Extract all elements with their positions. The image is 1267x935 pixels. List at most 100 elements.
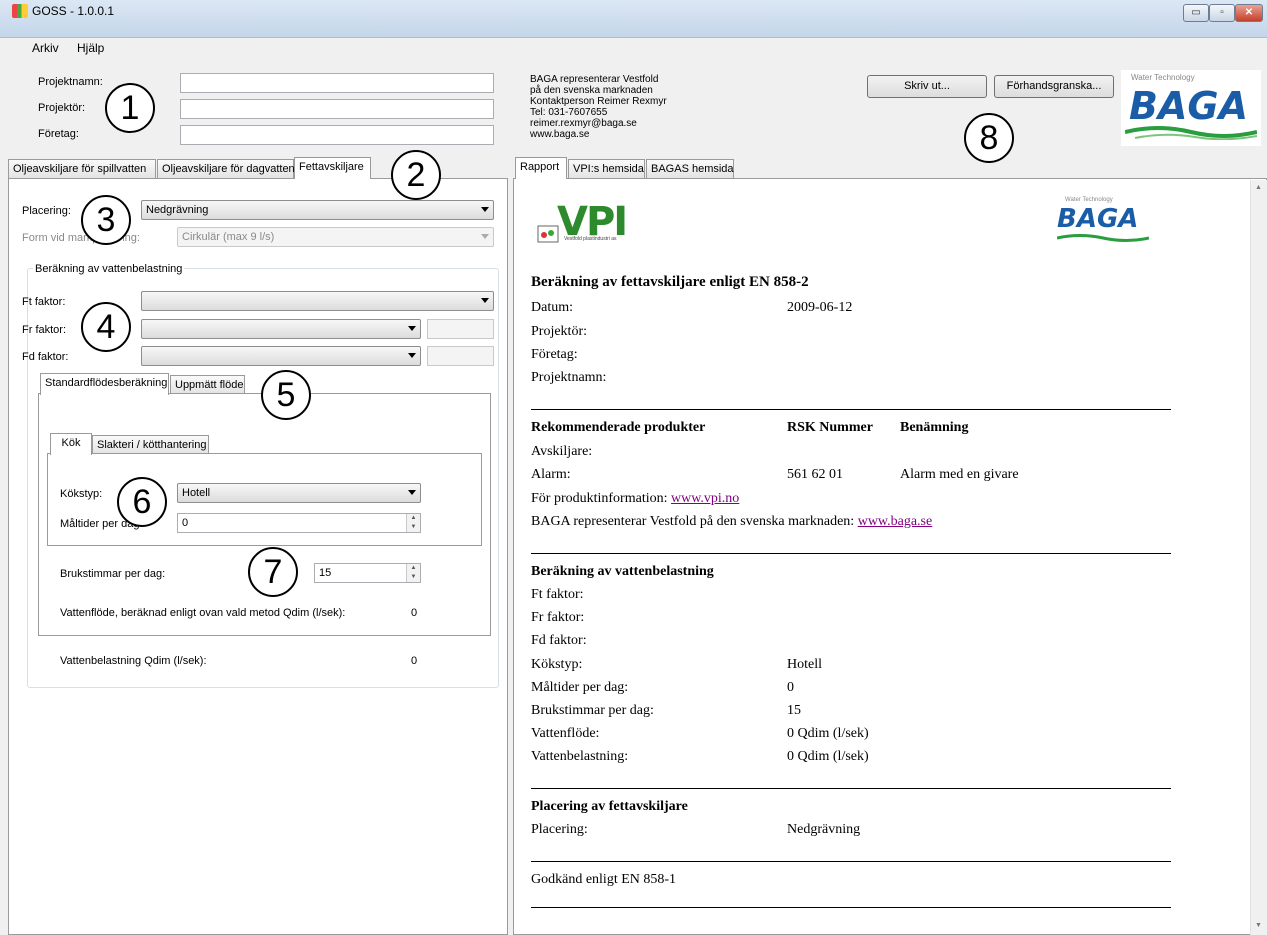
chevron-down-icon	[481, 207, 489, 212]
title-bar	[0, 0, 1267, 38]
kitchen-type-value: Hotell	[182, 487, 211, 499]
app-icon	[12, 4, 28, 18]
contact-line: BAGA representerar Vestfold	[530, 74, 659, 85]
marker-2: 2	[391, 150, 441, 200]
placement-value: Nedgrävning	[146, 204, 209, 216]
tab-bagas-homepage[interactable]: BAGAS hemsida	[646, 159, 734, 179]
baga-text: BAGA representerar Vestfold på den svens…	[531, 514, 855, 529]
wave-icon	[1125, 126, 1257, 140]
minimize-button[interactable]: ▭	[1183, 4, 1209, 22]
tab-fettavskiljare[interactable]: Fettavskiljare	[294, 157, 371, 179]
tab-rapport[interactable]: Rapport	[515, 157, 567, 179]
report-title: Beräkning av fettavskiljare enligt EN 85…	[531, 274, 809, 290]
baga-report-logo: Water Technology BAGA	[1055, 197, 1155, 247]
tab-dagvatten[interactable]: Oljeavskiljare för dagvatten	[157, 159, 295, 179]
preview-button[interactable]: Förhandsgranska...	[994, 75, 1114, 98]
fd-label: Fd faktor:	[22, 351, 69, 363]
vpi-drops-icon	[537, 225, 559, 243]
tab-kok[interactable]: Kök	[50, 433, 92, 455]
fd-select[interactable]	[141, 346, 421, 366]
chevron-down-icon	[408, 326, 416, 331]
kitchen-type-label: Kökstyp:	[60, 488, 103, 500]
designer-label: Projektör:	[38, 102, 86, 114]
print-button[interactable]: Skriv ut...	[867, 75, 987, 98]
report-designer-label: Projektör:	[531, 324, 587, 339]
baga-line: BAGA representerar Vestfold på den svens…	[531, 514, 932, 530]
chevron-down-icon	[481, 298, 489, 303]
spin-arrows-icon[interactable]: ▲ ▼	[406, 514, 420, 532]
marker-8: 8	[964, 113, 1014, 163]
meals-value: 0	[182, 517, 189, 529]
report-meals-label: Måltider per dag:	[531, 680, 629, 695]
tab-spillvatten[interactable]: Oljeavskiljare för spillvatten	[8, 159, 156, 179]
logo-name: BAGA	[1057, 204, 1139, 234]
baga-link[interactable]: www.baga.se	[858, 514, 933, 529]
window-title: GOSS - 1.0.0.1	[32, 4, 115, 18]
close-button[interactable]: ✕	[1235, 4, 1263, 22]
menu-arkiv[interactable]: Arkiv	[32, 41, 59, 55]
hours-stepper[interactable]: 15 ▲ ▼	[314, 563, 421, 583]
vpi-logo: VPI Vestfold plastindustri as	[537, 199, 647, 245]
report-load-value: 0 Qdim (l/sek)	[787, 749, 869, 764]
divider	[531, 553, 1171, 554]
name-header: Benämning	[900, 420, 969, 435]
marker-7: 7	[248, 547, 298, 597]
report-kitchen-value: Hotell	[787, 657, 822, 672]
report-date-value: 2009-06-12	[787, 300, 853, 315]
project-name-field[interactable]	[180, 73, 494, 93]
shape-select[interactable]: Cirkulär (max 9 l/s)	[177, 227, 494, 247]
report-panel	[513, 178, 1267, 935]
vpi-logo-sub: Vestfold plastindustri as	[564, 236, 617, 242]
approved-text: Godkänd enligt EN 858-1	[531, 872, 677, 887]
info-text: För produktinformation:	[531, 491, 668, 506]
chevron-down-icon	[408, 353, 416, 358]
vpi-link[interactable]: www.vpi.no	[671, 491, 739, 506]
placement-label: Placering:	[22, 205, 71, 217]
project-name-label: Projektnamn:	[38, 76, 103, 88]
tab-vpi-homepage[interactable]: VPI:s hemsida	[568, 159, 645, 179]
report-project-label: Projektnamn:	[531, 370, 607, 385]
spin-arrows-icon[interactable]: ▲ ▼	[406, 564, 420, 582]
report-placement-value: Nedgrävning	[787, 822, 861, 837]
flow-label: Vattenflöde, beräknad enligt ovan vald m…	[60, 607, 346, 619]
report-hours-label: Brukstimmar per dag:	[531, 703, 654, 718]
placement-select[interactable]: Nedgrävning	[141, 200, 494, 220]
flow-value: 0	[411, 607, 418, 619]
tab-measured-flow[interactable]: Uppmätt flöde	[170, 375, 245, 395]
report-ft-label: Ft faktor:	[531, 587, 584, 602]
report-placement-label: Placering:	[531, 822, 588, 837]
report-hours-value: 15	[787, 703, 801, 718]
divider	[531, 409, 1171, 410]
scroll-up-icon[interactable]: ▲	[1255, 184, 1262, 191]
report-scrollbar[interactable]: ▲ ▼	[1250, 180, 1267, 935]
contact-line: www.baga.se	[530, 129, 590, 140]
fr-select[interactable]	[141, 319, 421, 339]
company-field[interactable]	[180, 125, 494, 145]
info-line: För produktinformation: www.vpi.no	[531, 491, 739, 507]
report-load-label: Vattenbelastning:	[531, 749, 629, 764]
logo-tagline: Water Technology	[1065, 197, 1113, 203]
designer-field[interactable]	[180, 99, 494, 119]
meals-stepper[interactable]: 0 ▲ ▼	[177, 513, 421, 533]
contact-line: reimer.rexmyr@baga.se	[530, 118, 637, 129]
tab-slakteri[interactable]: Slakteri / kötthantering	[92, 435, 209, 455]
ft-select[interactable]	[141, 291, 494, 311]
marker-6: 6	[117, 477, 167, 527]
report-date-label: Datum:	[531, 300, 573, 315]
tab-standard-flow[interactable]: Standardflödesberäkning	[40, 373, 169, 395]
separator-label: Avskiljare:	[531, 444, 593, 459]
menu-hjalp[interactable]: Hjälp	[77, 41, 104, 55]
logo-name: BAGA	[1129, 84, 1248, 128]
chevron-down-icon	[408, 490, 416, 495]
contact-line: på den svenska marknaden	[530, 85, 653, 96]
alarm-label: Alarm:	[531, 467, 571, 482]
maximize-button[interactable]: ▫	[1209, 4, 1235, 22]
report-kitchen-label: Kökstyp:	[531, 657, 583, 672]
calc-header: Beräkning av vattenbelastning	[531, 564, 714, 579]
report-flow-label: Vattenflöde:	[531, 726, 600, 741]
marker-1: 1	[105, 83, 155, 133]
load-label: Vattenbelastning Qdim (l/sek):	[60, 655, 207, 667]
scroll-down-icon[interactable]: ▼	[1255, 922, 1262, 929]
load-value: 0	[411, 655, 418, 667]
kitchen-type-select[interactable]: Hotell	[177, 483, 421, 503]
